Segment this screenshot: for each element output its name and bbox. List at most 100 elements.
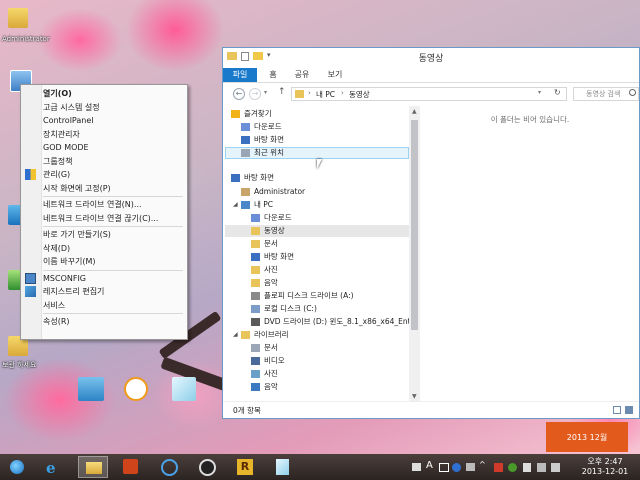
security-icon[interactable] <box>494 463 503 472</box>
menu-item[interactable]: 바로 가기 만들기(S) <box>42 228 186 241</box>
nav-item[interactable]: 최근 위치 <box>254 147 284 159</box>
menu-item[interactable]: 삭제(D) <box>42 242 186 255</box>
flag-icon[interactable] <box>523 463 531 472</box>
nav-item[interactable]: 플로피 디스크 드라이브 (A:) <box>264 290 354 302</box>
address-bar[interactable]: › 내 PC › 동영상 ▾ ↻ <box>291 87 567 101</box>
expand-chevron-icon[interactable]: ◢ <box>233 331 238 338</box>
downloads-folder-icon <box>251 214 260 222</box>
scrollbar-thumb[interactable] <box>411 120 418 330</box>
menu-item[interactable]: 관리(G) <box>42 168 186 181</box>
nav-item[interactable]: 즐겨찾기 <box>244 108 272 120</box>
nav-item[interactable]: 다운로드 <box>254 121 282 133</box>
chevron-down-icon[interactable]: ▾ <box>538 89 541 96</box>
clock[interactable]: 오후 2:47 2013-12-01 <box>574 457 636 477</box>
taskbar-app-button[interactable] <box>156 456 182 478</box>
desktop-icon-label: Administrator <box>2 35 50 43</box>
up-arrow-icon[interactable]: ↑ <box>278 87 286 97</box>
nav-item[interactable]: 라이브러리 <box>254 329 289 341</box>
nav-item[interactable]: 바탕 화면 <box>244 172 274 184</box>
shortcut-icon[interactable] <box>78 377 104 401</box>
star-icon <box>231 110 240 118</box>
shield-icon <box>25 169 36 180</box>
menu-item[interactable]: GOD MODE <box>42 141 186 154</box>
status-bar: 0개 항목 <box>223 401 639 418</box>
menu-item[interactable]: 열기(O) <box>42 87 186 100</box>
forward-icon[interactable]: → <box>249 88 261 100</box>
network-icon[interactable] <box>537 463 546 472</box>
nav-item[interactable]: 사진 <box>264 264 278 276</box>
menu-item[interactable]: MSCONFIG <box>42 272 186 285</box>
menu-item[interactable]: 네트워크 드라이브 연결 끊기(C)... <box>42 212 186 225</box>
user-folder-icon[interactable] <box>8 8 28 28</box>
music-folder-icon <box>251 279 260 287</box>
ime-indicator[interactable]: A <box>426 460 433 471</box>
scroll-up-icon[interactable]: ▲ <box>412 108 417 115</box>
folder-icon <box>295 90 304 98</box>
nav-item[interactable]: 바탕 화면 <box>254 134 284 146</box>
menu-item[interactable]: 서비스 <box>42 299 186 312</box>
tab-view[interactable]: 보기 <box>321 68 349 82</box>
file-explorer-button[interactable] <box>78 456 108 478</box>
menu-item[interactable]: ControlPanel <box>42 114 186 127</box>
help-icon[interactable] <box>452 463 461 472</box>
nav-item[interactable]: 바탕 화면 <box>264 251 294 263</box>
details-view-icon[interactable] <box>613 406 621 414</box>
breadcrumb-videos[interactable]: 동영상 <box>349 89 370 100</box>
nav-item[interactable]: Administrator <box>254 186 305 198</box>
tab-home[interactable]: 홈 <box>261 68 285 82</box>
large-icons-view-icon[interactable] <box>625 406 633 414</box>
menu-item[interactable]: 네트워크 드라이브 연결(N)... <box>42 198 186 211</box>
update-icon[interactable] <box>508 463 517 472</box>
ime-hangul-icon[interactable] <box>439 463 449 472</box>
tab-file[interactable]: 파일 <box>223 68 257 82</box>
navigation-scrollbar[interactable]: ▲ ▼ <box>409 106 420 402</box>
title-bar[interactable]: ▾ 동영상 <box>223 48 639 66</box>
menu-item[interactable]: 속성(R) <box>42 315 186 328</box>
search-icon[interactable] <box>629 89 636 96</box>
tray-chevron-icon[interactable]: ^ <box>479 460 486 469</box>
menu-item[interactable]: 시작 화면에 고정(P) <box>42 182 186 195</box>
nav-item[interactable]: 문서 <box>264 238 278 250</box>
user-icon <box>241 188 250 196</box>
scroll-down-icon[interactable]: ▼ <box>412 393 417 400</box>
back-icon[interactable]: ← <box>233 88 245 100</box>
start-button[interactable] <box>4 456 30 478</box>
refresh-icon[interactable]: ↻ <box>554 88 561 97</box>
internet-explorer-button[interactable]: e <box>40 456 66 478</box>
tab-share[interactable]: 공유 <box>287 68 317 82</box>
registry-icon <box>25 286 36 297</box>
empty-folder-message: 이 폴더는 비어 있습니다. <box>490 115 570 124</box>
nav-item[interactable]: 내 PC <box>254 199 273 211</box>
nav-item[interactable]: 음악 <box>264 277 278 289</box>
nav-item[interactable]: 로컬 디스크 (C:) <box>264 303 317 315</box>
volume-icon[interactable] <box>551 463 560 472</box>
menu-separator <box>43 196 183 197</box>
taskbar-app-button[interactable]: R <box>232 456 258 478</box>
nav-item[interactable]: 동영상 <box>264 225 285 237</box>
nav-item[interactable]: 비디오 <box>264 355 285 367</box>
menu-item[interactable]: 장치관리자 <box>42 128 186 141</box>
taskbar-app-button[interactable] <box>194 456 220 478</box>
breadcrumb-pc[interactable]: 내 PC <box>316 89 335 100</box>
taskbar-app-button[interactable] <box>270 456 296 478</box>
nav-item[interactable]: 음악 <box>264 381 278 393</box>
action-center-icon[interactable] <box>412 463 421 471</box>
menu-item[interactable]: 이름 바꾸기(M) <box>42 255 186 268</box>
nav-item[interactable]: 문서 <box>264 342 278 354</box>
magnifier-icon[interactable] <box>124 377 148 401</box>
nav-item[interactable]: 사진 <box>264 368 278 380</box>
selection-highlight <box>225 147 409 159</box>
library-icon <box>241 331 250 339</box>
notes-icon[interactable] <box>172 377 196 401</box>
keyboard-icon[interactable] <box>466 463 475 471</box>
nav-item[interactable]: DVD 드라이브 (D:) 윈도_8.1_x86_x64_Enter <box>264 316 418 328</box>
menu-item[interactable]: 고급 시스템 설정 <box>42 101 186 114</box>
menu-item[interactable]: 레지스트리 편집기 <box>42 285 186 298</box>
menu-item[interactable]: 그룹정책 <box>42 155 186 168</box>
calendar-widget[interactable]: 2013 12월 <box>546 422 628 452</box>
taskbar-app-button[interactable] <box>118 456 144 478</box>
expand-chevron-icon[interactable]: ◢ <box>233 201 238 208</box>
file-list[interactable]: 이 폴더는 비어 있습니다. <box>421 106 639 402</box>
chevron-down-icon[interactable]: ▾ <box>264 89 267 96</box>
nav-item[interactable]: 다운로드 <box>264 212 292 224</box>
